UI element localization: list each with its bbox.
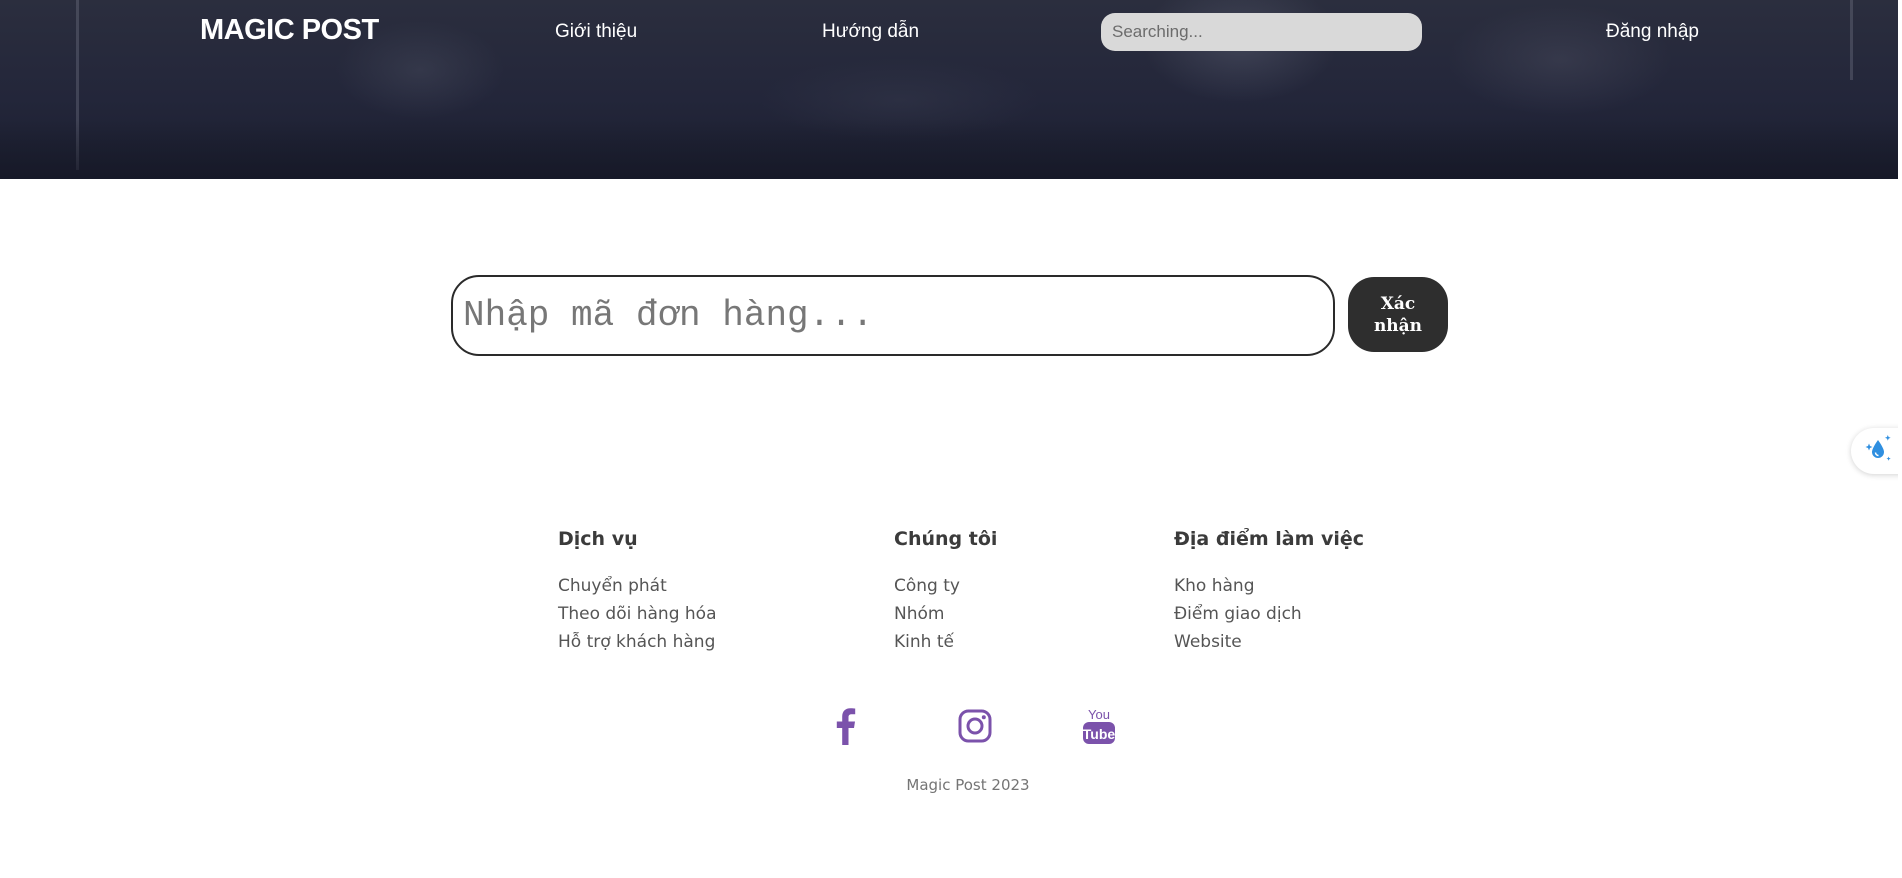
footer-link-support[interactable]: Hỗ trợ khách hàng — [558, 628, 717, 656]
footer-link-team[interactable]: Nhóm — [894, 600, 997, 628]
footer-link-warehouse[interactable]: Kho hàng — [1174, 572, 1364, 600]
footer-link-tracking[interactable]: Theo dõi hàng hóa — [558, 600, 717, 628]
facebook-icon[interactable] — [825, 704, 865, 748]
footer-link-company[interactable]: Công ty — [894, 572, 997, 600]
floating-side-widget[interactable] — [1851, 428, 1902, 474]
header-shade — [0, 119, 1898, 179]
youtube-text-top: You — [1088, 707, 1110, 722]
footer-link-delivery[interactable]: Chuyển phát — [558, 572, 717, 600]
brand-logo[interactable]: MAGIC POST — [200, 14, 379, 47]
footer-link-transaction-point[interactable]: Điểm giao dịch — [1174, 600, 1364, 628]
header-search-input[interactable] — [1101, 13, 1422, 51]
footer-column-about: Chúng tôi Công ty Nhóm Kinh tế — [894, 528, 997, 656]
footer-heading-locations: Địa điểm làm việc — [1174, 528, 1365, 550]
youtube-text-bottom: Tube — [1083, 726, 1116, 742]
header-hero: MAGIC POST Giới thiệu Hướng dẫn Đăng nhậ… — [0, 0, 1898, 179]
copyright-text: Magic Post 2023 — [906, 776, 1030, 794]
nav-guide-link[interactable]: Hướng dẫn — [822, 21, 919, 43]
footer-link-economy[interactable]: Kinh tế — [894, 628, 997, 656]
order-code-input[interactable] — [451, 275, 1335, 356]
footer-link-website[interactable]: Website — [1174, 628, 1364, 656]
background-pole — [1850, 0, 1853, 80]
page-scrollbar[interactable] — [1898, 0, 1902, 878]
nav-intro-link[interactable]: Giới thiệu — [555, 21, 637, 43]
login-link[interactable]: Đăng nhập — [1606, 21, 1699, 43]
sparkle-drop-icon — [1863, 434, 1893, 469]
instagram-icon[interactable] — [955, 704, 995, 748]
youtube-icon[interactable]: You Tube — [1079, 704, 1119, 748]
footer-column-locations: Địa điểm làm việc Kho hàng Điểm giao dịc… — [1174, 528, 1364, 656]
footer-heading-about: Chúng tôi — [894, 528, 998, 550]
footer-heading-services: Dịch vụ — [558, 528, 638, 550]
confirm-button[interactable]: Xác nhận — [1348, 277, 1448, 352]
footer-column-services: Dịch vụ Chuyển phát Theo dõi hàng hóa Hỗ… — [558, 528, 717, 656]
